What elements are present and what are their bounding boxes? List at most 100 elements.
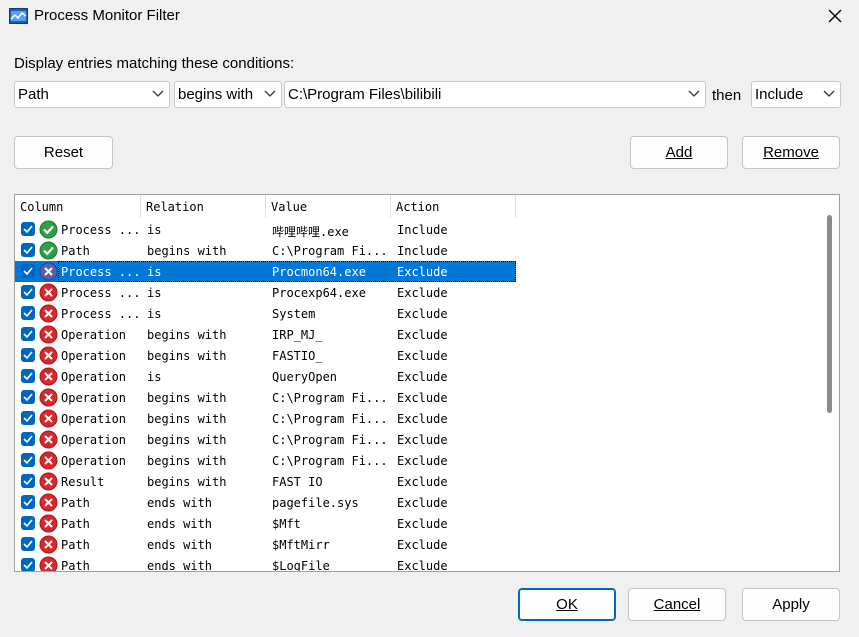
- row-cell-value: $LogFile: [272, 559, 330, 572]
- filter-list[interactable]: Column Relation Value Action Process ...…: [14, 194, 840, 572]
- row-cell-value: C:\Program Fi...: [272, 391, 388, 405]
- table-row[interactable]: Result begins with FAST IO Exclude: [15, 471, 516, 492]
- row-checkbox[interactable]: [21, 516, 35, 530]
- focus-outline: [58, 261, 516, 282]
- row-cell-column: Path: [61, 559, 90, 572]
- table-row[interactable]: Process ... is 哔哩哔哩.exe Include: [15, 219, 516, 240]
- row-cell-action: Exclude: [397, 286, 448, 300]
- row-checkbox[interactable]: [21, 558, 35, 571]
- table-row[interactable]: Path begins with C:\Program Fi... Include: [15, 240, 516, 261]
- table-row[interactable]: Operation begins with C:\Program Fi... Excl…: [15, 408, 516, 429]
- row-checkbox[interactable]: [21, 285, 35, 299]
- exclude-x-icon: [39, 556, 58, 571]
- row-checkbox[interactable]: [21, 495, 35, 509]
- table-row[interactable]: Process ... is Procexp64.exe Exclude: [15, 282, 516, 303]
- exclude-x-icon: [39, 262, 58, 281]
- table-row[interactable]: Operation begins with FASTIO_ Exclude: [15, 345, 516, 366]
- row-checkbox[interactable]: [21, 306, 35, 320]
- column-header-column[interactable]: Column: [15, 195, 141, 218]
- row-cell-action: Exclude: [397, 517, 448, 531]
- row-cell-value: $MftMirr: [272, 538, 330, 552]
- row-cell-value: C:\Program Fi...: [272, 412, 388, 426]
- action-select[interactable]: Include: [751, 81, 841, 108]
- row-cell-relation: is: [147, 286, 162, 300]
- exclude-x-icon: [39, 304, 58, 323]
- table-row[interactable]: Operation begins with C:\Program Fi... Excl…: [15, 429, 516, 450]
- row-cell-action: Exclude: [397, 349, 448, 363]
- value-combo[interactable]: C:\Program Files\bilibili: [284, 81, 706, 108]
- row-checkbox[interactable]: [21, 453, 35, 467]
- row-cell-column: Process ...: [61, 223, 141, 237]
- table-row[interactable]: Path ends with pagefile.sys Exclude: [15, 492, 516, 513]
- ok-button[interactable]: OK: [518, 588, 616, 621]
- row-cell-action: Include: [397, 244, 448, 258]
- column-select[interactable]: Path: [14, 81, 170, 108]
- row-checkbox[interactable]: [21, 222, 35, 236]
- row-checkbox[interactable]: [21, 348, 35, 362]
- row-cell-value: pagefile.sys: [272, 496, 359, 510]
- table-row[interactable]: Operation begins with IRP_MJ_ Exclude: [15, 324, 516, 345]
- row-cell-relation: begins with: [147, 433, 227, 447]
- row-cell-column: Operation: [61, 391, 127, 405]
- table-row[interactable]: Operation begins with C:\Program Fi... Excl…: [15, 450, 516, 471]
- table-row[interactable]: Path ends with $MftMirr Exclude: [15, 534, 516, 555]
- exclude-x-icon: [39, 514, 58, 533]
- row-checkbox[interactable]: [21, 264, 35, 278]
- row-checkbox[interactable]: [21, 537, 35, 551]
- title-bar: Process Monitor Filter: [0, 0, 859, 34]
- row-cell-relation: begins with: [147, 454, 227, 468]
- cancel-button[interactable]: Cancel: [628, 588, 726, 621]
- row-checkbox[interactable]: [21, 432, 35, 446]
- row-checkbox[interactable]: [21, 474, 35, 488]
- close-button[interactable]: [820, 0, 850, 32]
- scrollbar-thumb[interactable]: [827, 215, 832, 413]
- row-cell-value: Procexp64.exe: [272, 286, 366, 300]
- table-row[interactable]: Path ends with $LogFile Exclude: [15, 555, 516, 572]
- column-header-value[interactable]: Value: [266, 195, 391, 218]
- row-cell-value: $Mft: [272, 517, 301, 531]
- row-cell-column: Operation: [61, 433, 127, 447]
- table-row[interactable]: Path ends with $Mft Exclude: [15, 513, 516, 534]
- conditions-label: Display entries matching these condition…: [14, 55, 295, 72]
- row-cell-action: Exclude: [397, 496, 448, 510]
- table-row[interactable]: Process ... is System Exclude: [15, 303, 516, 324]
- table-row[interactable]: Operation begins with C:\Program Fi... Excl…: [15, 387, 516, 408]
- row-cell-action: Exclude: [397, 370, 448, 384]
- row-checkbox[interactable]: [21, 411, 35, 425]
- include-check-icon: [39, 241, 58, 260]
- row-cell-value: 哔哩哔哩.exe: [272, 225, 349, 239]
- remove-button[interactable]: Remove: [742, 136, 840, 169]
- row-checkbox[interactable]: [21, 390, 35, 404]
- row-cell-value: IRP_MJ_: [272, 328, 323, 342]
- table-row[interactable]: Operation is QueryOpen Exclude: [15, 366, 516, 387]
- apply-button[interactable]: Apply: [742, 588, 840, 621]
- list-header: Column Relation Value Action: [15, 195, 516, 218]
- row-checkbox[interactable]: [21, 327, 35, 341]
- exclude-x-icon: [39, 325, 58, 344]
- exclude-x-icon: [39, 493, 58, 512]
- process-monitor-icon: [9, 8, 28, 24]
- include-check-icon: [39, 220, 58, 239]
- row-checkbox[interactable]: [21, 243, 35, 257]
- row-cell-relation: begins with: [147, 475, 227, 489]
- row-cell-relation: begins with: [147, 328, 227, 342]
- exclude-x-icon: [39, 367, 58, 386]
- row-cell-relation: begins with: [147, 349, 227, 363]
- add-button[interactable]: Add: [630, 136, 728, 169]
- reset-button[interactable]: Reset: [14, 136, 113, 169]
- then-label: then: [712, 87, 742, 104]
- row-cell-action: Exclude: [397, 475, 448, 489]
- exclude-x-icon: [39, 388, 58, 407]
- row-cell-column: Operation: [61, 328, 127, 342]
- relation-select-value: begins with: [178, 86, 254, 103]
- row-cell-value: System: [272, 307, 316, 321]
- row-cell-action: Exclude: [397, 391, 448, 405]
- exclude-x-icon: [39, 430, 58, 449]
- action-select-value: Include: [755, 86, 804, 103]
- column-header-action[interactable]: Action: [391, 195, 516, 218]
- table-row[interactable]: Process ... is Procmon64.exe Exclude: [15, 261, 516, 282]
- column-header-relation[interactable]: Relation: [141, 195, 266, 218]
- row-checkbox[interactable]: [21, 369, 35, 383]
- relation-select[interactable]: begins with: [174, 81, 282, 108]
- row-cell-action: Exclude: [397, 454, 448, 468]
